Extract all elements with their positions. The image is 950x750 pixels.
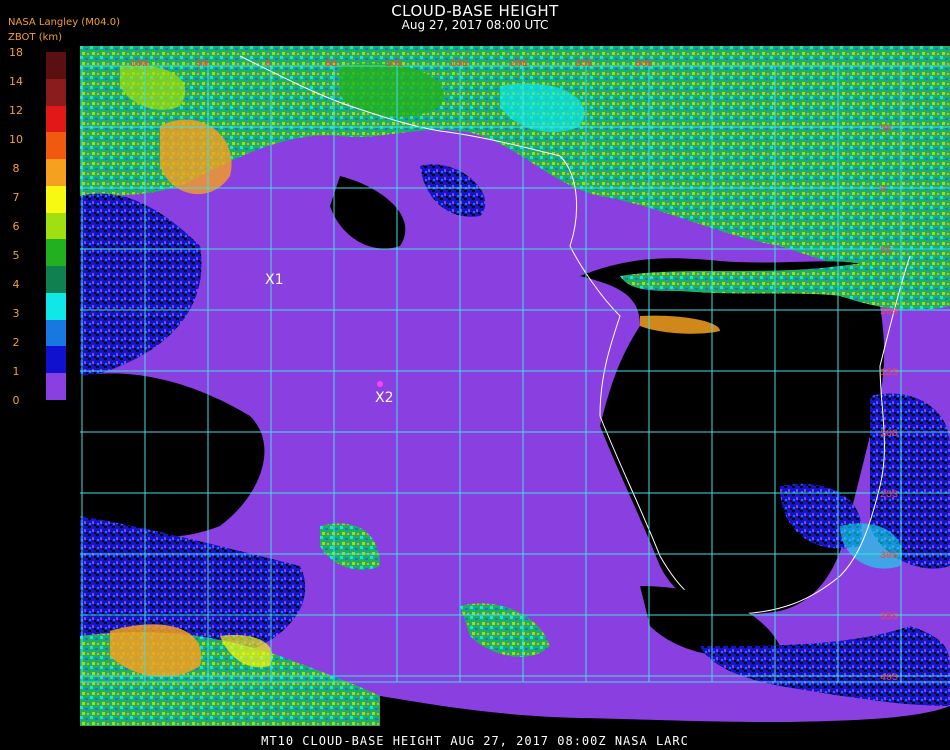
legend-swatch (46, 132, 66, 160)
legend-label: 12 (9, 104, 23, 117)
legend-swatch (46, 78, 66, 106)
units-label: ZBOT (km) (8, 32, 63, 43)
legend-swatch (46, 319, 66, 347)
lon-label-10e: 10E (385, 59, 403, 70)
lat-label-5s: 5S (880, 246, 892, 257)
lat-label-15s: 15S (880, 368, 898, 379)
legend-label: 6 (12, 220, 20, 233)
lon-label-30e: 30E (635, 59, 653, 70)
legend-swatch (46, 185, 66, 213)
legend-label: 5 (12, 249, 20, 262)
legend-label: 14 (9, 75, 23, 88)
legend-swatch (46, 373, 66, 400)
legend-swatch (46, 239, 66, 267)
lon-label-15e: 15E (450, 59, 468, 70)
lat-label-0: 0 (880, 185, 886, 196)
legend-label: 8 (12, 162, 20, 175)
legend-swatch (46, 346, 66, 374)
legend-label: 2 (12, 336, 20, 349)
color-legend: 18 14 12 10 8 7 6 5 4 3 2 1 0 (9, 46, 66, 407)
legend-label: 4 (12, 278, 20, 291)
marker-x1: X1 (265, 272, 284, 288)
legend-label: 7 (12, 191, 20, 204)
lat-label-20s: 20S (880, 429, 898, 440)
legend-swatch (46, 52, 66, 79)
marker-x2: X2 (375, 390, 394, 406)
legend-swatch (46, 292, 66, 320)
lon-label-5e: 5E (325, 59, 337, 70)
legend-label: 1 (12, 365, 20, 378)
lon-label-20e: 20E (510, 59, 528, 70)
legend-label: 0 (12, 394, 20, 407)
lon-label-5w: 5W (196, 59, 208, 70)
legend-label: 10 (9, 133, 23, 146)
cloud-base-map: 5N 0 5S 10S 15S 20S 25S 30S 35S 40S 10W … (80, 46, 950, 726)
legend-swatch (46, 212, 66, 240)
legend-label: 18 (9, 46, 23, 59)
legend-swatch (46, 266, 66, 293)
legend-swatch (46, 105, 66, 133)
lon-label-10w: 10W (130, 59, 148, 70)
lat-label-5n: 5N (880, 124, 892, 135)
lat-label-35s: 35S (880, 612, 898, 623)
lat-label-30s: 30S (880, 551, 898, 562)
lon-label-0: 0 (265, 59, 271, 70)
lon-label-25e: 25E (575, 59, 593, 70)
map-subtitle: Aug 27, 2017 08:00 UTC (401, 18, 549, 32)
marker-x2-dot (377, 381, 383, 387)
footer-caption: MT10 CLOUD-BASE HEIGHT AUG 27, 2017 08:0… (261, 734, 689, 748)
lat-label-25s: 25S (880, 490, 898, 501)
legend-label: 3 (12, 307, 20, 320)
source-label: NASA Langley (M04.0) (8, 17, 120, 28)
legend-swatch (46, 159, 66, 186)
lat-label-10s: 10S (880, 307, 898, 318)
lat-label-40s: 40S (880, 673, 898, 684)
